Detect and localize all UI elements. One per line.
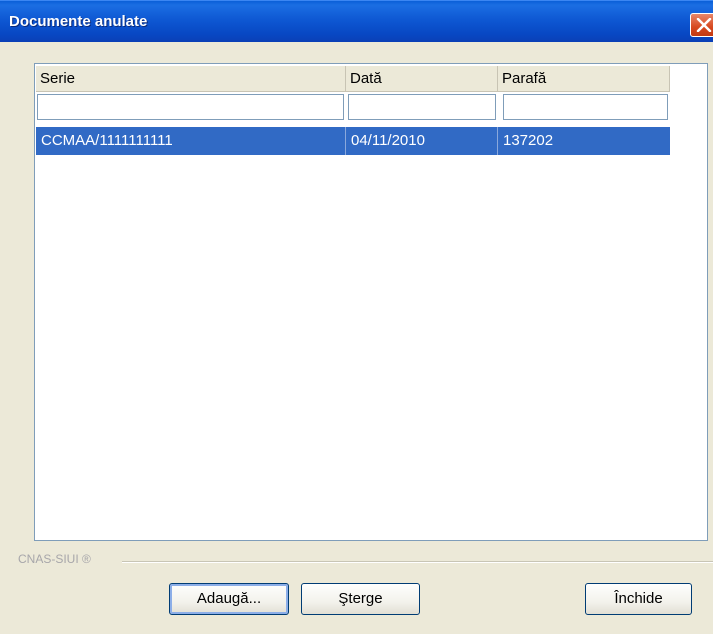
table-row[interactable]: CCMAA/1111111111 04/11/2010 137202 — [36, 127, 670, 155]
cell-parafa: 137202 — [503, 132, 554, 149]
column-header-serie[interactable]: Serie — [36, 66, 346, 92]
close-icon — [696, 18, 712, 32]
window-title: Documente anulate — [9, 13, 148, 30]
add-button[interactable]: Adaugă... — [169, 583, 289, 615]
filter-serie-input[interactable] — [37, 94, 344, 120]
cell-data: 04/11/2010 — [346, 127, 498, 155]
filter-data-input[interactable] — [348, 94, 496, 120]
close-window-button[interactable] — [690, 13, 713, 37]
close-button[interactable]: Închide — [585, 583, 692, 615]
footer-brand-label: CNAS-SIUI ® — [18, 552, 91, 566]
filter-parafa-input[interactable] — [503, 94, 668, 120]
delete-button[interactable]: Şterge — [301, 583, 420, 615]
cell-serie: CCMAA/1111111111 — [36, 127, 346, 155]
column-header-data[interactable]: Dată — [346, 66, 498, 92]
title-bar: Documente anulate — [0, 0, 713, 42]
footer-divider — [122, 561, 713, 563]
column-header-parafa[interactable]: Parafă — [498, 66, 670, 92]
